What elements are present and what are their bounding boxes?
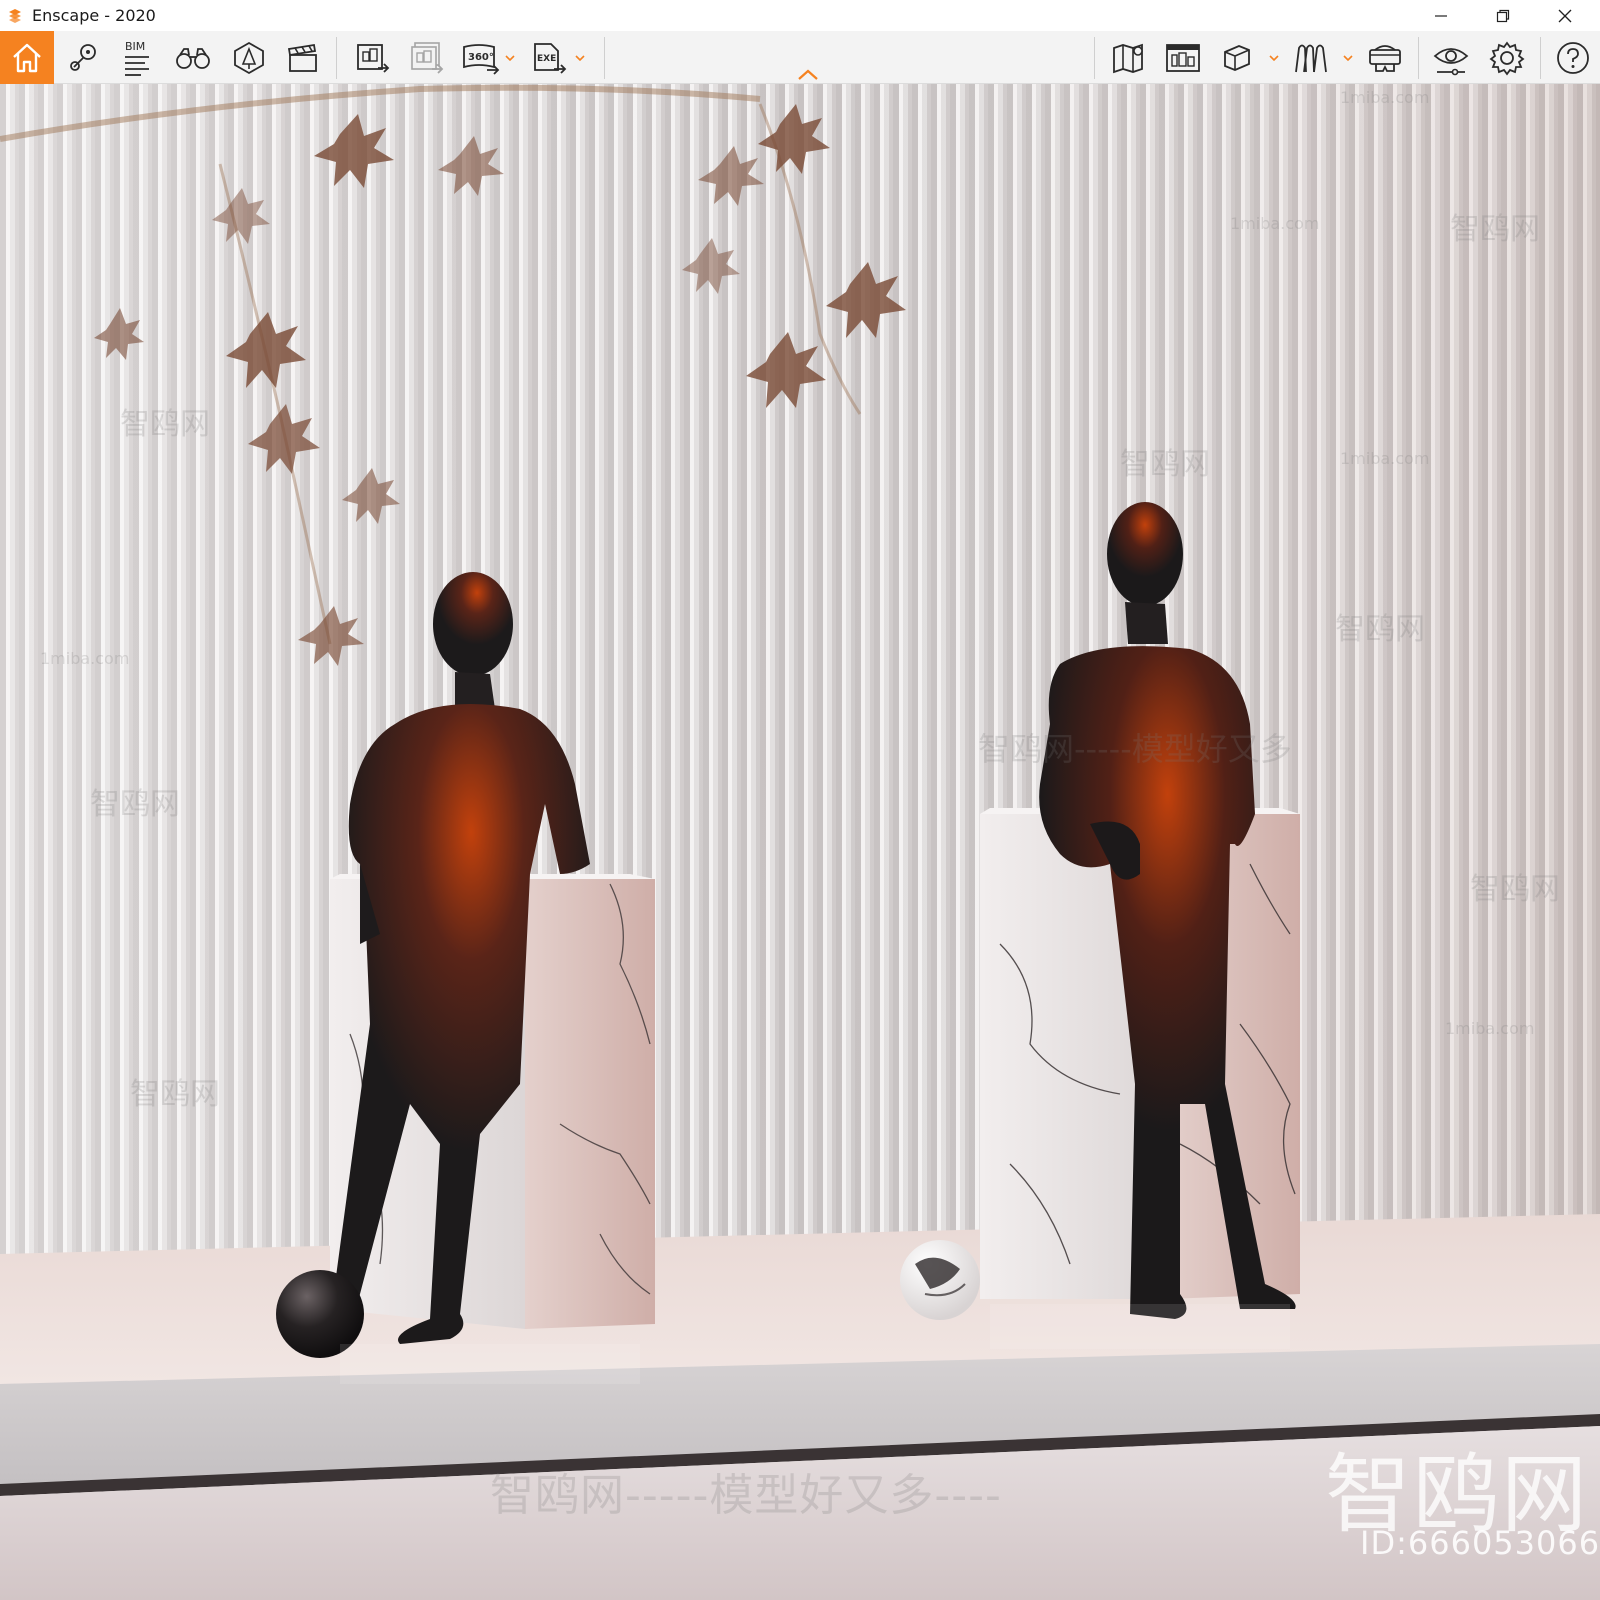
bim-icon: BIM: [125, 40, 149, 76]
title-bar: Enscape - 2020: [0, 0, 1600, 31]
cube-view-icon: [1224, 44, 1250, 71]
watermark-brand: 智鸥网: [90, 787, 180, 822]
cube-view-dropdown-button[interactable]: [1266, 31, 1282, 84]
render-viewport[interactable]: 1miba.com 智鸥网 1miba.com 智鸥网 智鸥网 1miba.co…: [0, 84, 1600, 1600]
export-exe-button[interactable]: EXE: [522, 31, 576, 84]
watermark-brand: 智鸥网: [130, 1077, 220, 1112]
gear-icon: [1489, 41, 1525, 75]
chevron-up-icon: [798, 69, 818, 80]
wall-shading: [0, 84, 1600, 1314]
toolbar-separator: [1418, 37, 1419, 79]
batch-render-button[interactable]: [400, 31, 454, 84]
binoculars-button[interactable]: [166, 31, 220, 84]
watermark-site: 1miba.com: [40, 649, 130, 668]
minimize-icon: [1435, 14, 1447, 17]
export-dropdown-button[interactable]: [572, 31, 588, 84]
batch-render-icon: [411, 41, 444, 74]
rendered-scene: [0, 84, 1600, 1600]
render-screenshot-icon: [357, 43, 390, 73]
visual-settings-button[interactable]: [1424, 31, 1478, 84]
watermark-slogan: 智鸥网-----模型好又多: [978, 730, 1292, 768]
watermark-brand: 智鸥网: [1335, 612, 1425, 647]
binoculars-icon: [176, 47, 210, 69]
floor-reflection: [340, 1344, 640, 1384]
watermark-site: 1miba.com: [1340, 88, 1430, 107]
watermark-id: ID:666053066: [1360, 1524, 1600, 1562]
home-icon: [13, 43, 41, 72]
minimize-button[interactable]: [1410, 0, 1472, 31]
walk-mode-icon: [1295, 44, 1327, 72]
settings-button[interactable]: [1480, 31, 1534, 84]
watermark-brand: 智鸥网: [1470, 872, 1560, 907]
enscape-logo-icon: [4, 5, 26, 27]
info-panel-button[interactable]: [1156, 31, 1210, 84]
marble-sphere: [900, 1240, 980, 1320]
collapse-toolbar-button[interactable]: [796, 67, 820, 83]
cube-view-button[interactable]: [1210, 31, 1264, 84]
panorama-360-button[interactable]: 360°: [454, 31, 508, 84]
video-editor-button[interactable]: [276, 31, 330, 84]
vr-headset-icon: [1369, 44, 1401, 72]
asset-library-button[interactable]: [222, 31, 276, 84]
help-button[interactable]: [1546, 31, 1600, 84]
visual-settings-icon: [1433, 47, 1469, 75]
restore-button[interactable]: [1472, 0, 1534, 31]
watermark-brand: 智鸥网: [1450, 212, 1540, 247]
home-button[interactable]: [0, 31, 54, 84]
toolbar-separator: [604, 37, 605, 79]
window-title: Enscape - 2020: [32, 6, 156, 25]
chevron-down-icon: [1269, 54, 1279, 61]
toolbar-separator: [1094, 37, 1095, 79]
export-exe-label: EXE: [537, 54, 556, 64]
chevron-down-icon: [1343, 54, 1353, 61]
watermark-brand: 智鸥网: [120, 407, 210, 442]
restore-icon: [1496, 9, 1510, 22]
export-exe-icon: EXE: [534, 42, 567, 74]
close-icon: [1558, 9, 1572, 22]
watermark-site: 1miba.com: [1340, 449, 1430, 468]
floor-reflection: [990, 1304, 1290, 1349]
watermark-site: 1miba.com: [1445, 1019, 1535, 1038]
minimap-button[interactable]: [1102, 31, 1156, 84]
chevron-down-icon: [505, 54, 515, 61]
walk-mode-dropdown-button[interactable]: [1340, 31, 1356, 84]
watermark-slogan: 智鸥网-----模型好又多----: [490, 1470, 1002, 1521]
close-button[interactable]: [1534, 0, 1596, 31]
toolbar-separator: [1540, 37, 1541, 79]
bim-label: BIM: [125, 40, 145, 53]
panorama-360-icon: 360°: [463, 43, 500, 75]
clapperboard-icon: [287, 43, 317, 72]
help-icon: [1557, 41, 1589, 74]
info-panel-icon: [1166, 43, 1200, 72]
watermark-site: 1miba.com: [1230, 214, 1320, 233]
chevron-down-icon: [575, 54, 585, 61]
asset-library-icon: [234, 41, 264, 74]
vr-headset-button[interactable]: [1358, 31, 1412, 84]
bim-button[interactable]: BIM: [110, 31, 164, 84]
toolbar-separator: [336, 37, 337, 79]
watermark-brand: 智鸥网: [1120, 447, 1210, 482]
walk-mode-button[interactable]: [1284, 31, 1338, 84]
map-pin-icon: [70, 43, 96, 71]
minimap-icon: [1113, 43, 1143, 73]
panorama-360-label: 360°: [468, 52, 494, 63]
views-button[interactable]: [56, 31, 110, 84]
render-screenshot-button[interactable]: [346, 31, 400, 84]
panorama-dropdown-button[interactable]: [502, 31, 518, 84]
